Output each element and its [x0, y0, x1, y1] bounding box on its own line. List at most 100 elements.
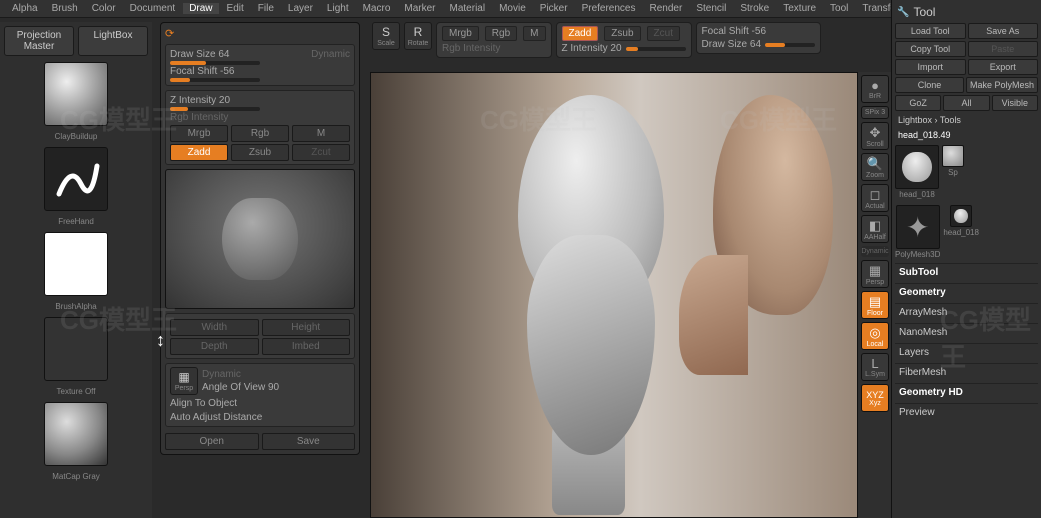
draw-size-label: Draw Size 64 [170, 49, 229, 60]
open-button[interactable]: Open [165, 433, 259, 450]
persp-icon-button[interactable]: ▦Persp [170, 367, 198, 395]
menu-marker[interactable]: Marker [398, 3, 441, 14]
menu-picker[interactable]: Picker [534, 3, 574, 14]
brush-radius-button[interactable]: ●BrR [861, 75, 889, 103]
sect-geometry[interactable]: Geometry [895, 283, 1038, 301]
zcut-toggle[interactable]: Zcut [292, 144, 350, 161]
thumb-label-1: head_018 [899, 190, 935, 199]
sect-fibermesh[interactable]: FiberMesh [895, 363, 1038, 381]
top-zcut-toggle[interactable]: Zcut [647, 26, 680, 41]
menu-texture[interactable]: Texture [777, 3, 822, 14]
actual-button[interactable]: ◻Actual [861, 184, 889, 212]
menu-alpha[interactable]: Alpha [6, 3, 44, 14]
persp-button[interactable]: ▦Persp [861, 260, 889, 288]
brush-swatch[interactable] [44, 62, 108, 126]
sect-layers[interactable]: Layers [895, 343, 1038, 361]
goz-button[interactable]: GoZ [895, 95, 941, 111]
aov-label[interactable]: Angle Of View 90 [202, 382, 350, 393]
m-toggle[interactable]: M [292, 125, 350, 142]
zoom-button[interactable]: 🔍Zoom [861, 153, 889, 181]
wrench-icon: 🔧 [897, 7, 909, 18]
scroll-button[interactable]: ✥Scroll [861, 122, 889, 150]
matcap-swatch[interactable] [44, 402, 108, 466]
depth-label: Depth [170, 338, 259, 355]
sect-nanomesh[interactable]: NanoMesh [895, 323, 1038, 341]
zsub-toggle[interactable]: Zsub [231, 144, 289, 161]
viewport[interactable] [370, 72, 861, 518]
auto-adjust-button[interactable]: Auto Adjust Distance [170, 412, 350, 423]
top-m-toggle[interactable]: M [523, 26, 545, 41]
visible-button[interactable]: Visible [992, 95, 1038, 111]
dynamic-toggle[interactable]: Dynamic [311, 49, 350, 60]
zadd-toggle[interactable]: Zadd [170, 144, 228, 161]
save-button[interactable]: Save [262, 433, 356, 450]
menu-layer[interactable]: Layer [282, 3, 319, 14]
all-button[interactable]: All [943, 95, 989, 111]
draw-size-slider[interactable] [170, 61, 260, 65]
z-intensity-slider[interactable] [170, 107, 260, 111]
lightbox-button[interactable]: LightBox [78, 26, 148, 56]
top-rgb-intensity-label: Rgb Intensity [442, 43, 546, 54]
top-draw-size-slider[interactable] [765, 43, 815, 47]
thumb-sphere[interactable] [942, 145, 964, 167]
thumb-head-small[interactable] [950, 205, 972, 227]
menu-render[interactable]: Render [644, 3, 689, 14]
rgb-toggle[interactable]: Rgb [231, 125, 289, 142]
thumb-polymesh[interactable] [896, 205, 940, 249]
z-intensity-label: Z Intensity 20 [170, 95, 230, 106]
tool-panel: 🔧Tool Load ToolSave As Copy ToolPaste Im… [891, 0, 1041, 518]
menu-tool[interactable]: Tool [824, 3, 854, 14]
menu-movie[interactable]: Movie [493, 3, 532, 14]
menu-color[interactable]: Color [86, 3, 122, 14]
top-zsub-toggle[interactable]: Zsub [604, 26, 640, 41]
top-focal-label: Focal Shift -56 [702, 26, 815, 37]
thumb-head-large[interactable] [895, 145, 939, 189]
menu-preferences[interactable]: Preferences [576, 3, 642, 14]
sect-preview[interactable]: Preview [895, 403, 1038, 421]
export-button[interactable]: Export [968, 59, 1039, 75]
scale-button[interactable]: SScale [372, 22, 400, 50]
paste-tool-button[interactable]: Paste [968, 41, 1039, 57]
rgb-intensity-label: Rgb Intensity [170, 112, 228, 123]
clone-button[interactable]: Clone [895, 77, 964, 93]
menu-light[interactable]: Light [321, 3, 355, 14]
alpha-swatch[interactable] [44, 232, 108, 296]
stroke-swatch[interactable] [44, 147, 108, 211]
top-zadd-toggle[interactable]: Zadd [562, 26, 599, 41]
align-to-object-button[interactable]: Align To Object [170, 398, 350, 409]
spix-button[interactable]: SPix 3 [861, 106, 889, 119]
menu-edit[interactable]: Edit [221, 3, 250, 14]
xyz-button[interactable]: XYZXyz [861, 384, 889, 412]
lsym-button[interactable]: LL.Sym [861, 353, 889, 381]
aahalf-button[interactable]: ◧AAHalf [861, 215, 889, 243]
menu-draw[interactable]: Draw [183, 3, 218, 14]
menu-macro[interactable]: Macro [357, 3, 397, 14]
copy-tool-button[interactable]: Copy Tool [895, 41, 966, 57]
make-polymesh-button[interactable]: Make PolyMesh [966, 77, 1038, 93]
projection-master-button[interactable]: Projection Master [4, 26, 74, 56]
floor-button[interactable]: ▤Floor [861, 291, 889, 319]
head-sculpt[interactable] [469, 95, 714, 495]
sect-geometryhd[interactable]: Geometry HD [895, 383, 1038, 401]
import-button[interactable]: Import [895, 59, 966, 75]
focal-shift-slider[interactable] [170, 78, 260, 82]
mrgb-toggle[interactable]: Mrgb [170, 125, 228, 142]
menu-stencil[interactable]: Stencil [690, 3, 732, 14]
top-rgb-toggle[interactable]: Rgb [485, 26, 517, 41]
save-tool-button[interactable]: Save As [968, 23, 1039, 39]
top-mrgb-toggle[interactable]: Mrgb [442, 26, 479, 41]
menu-brush[interactable]: Brush [46, 3, 84, 14]
top-z-intensity-slider[interactable] [626, 47, 686, 51]
menu-material[interactable]: Material [444, 3, 492, 14]
pin-icon[interactable]: ⟳ [165, 27, 355, 40]
menu-document[interactable]: Document [124, 3, 182, 14]
local-button[interactable]: ◎Local [861, 322, 889, 350]
texture-swatch[interactable] [44, 317, 108, 381]
menu-file[interactable]: File [252, 3, 280, 14]
rotate-button[interactable]: RRotate [404, 22, 432, 50]
left-sidebar: Projection Master LightBox ClayBuildup F… [0, 22, 152, 518]
load-tool-button[interactable]: Load Tool [895, 23, 966, 39]
sect-subtool[interactable]: SubTool [895, 263, 1038, 281]
sect-arraymesh[interactable]: ArrayMesh [895, 303, 1038, 321]
menu-stroke[interactable]: Stroke [734, 3, 775, 14]
